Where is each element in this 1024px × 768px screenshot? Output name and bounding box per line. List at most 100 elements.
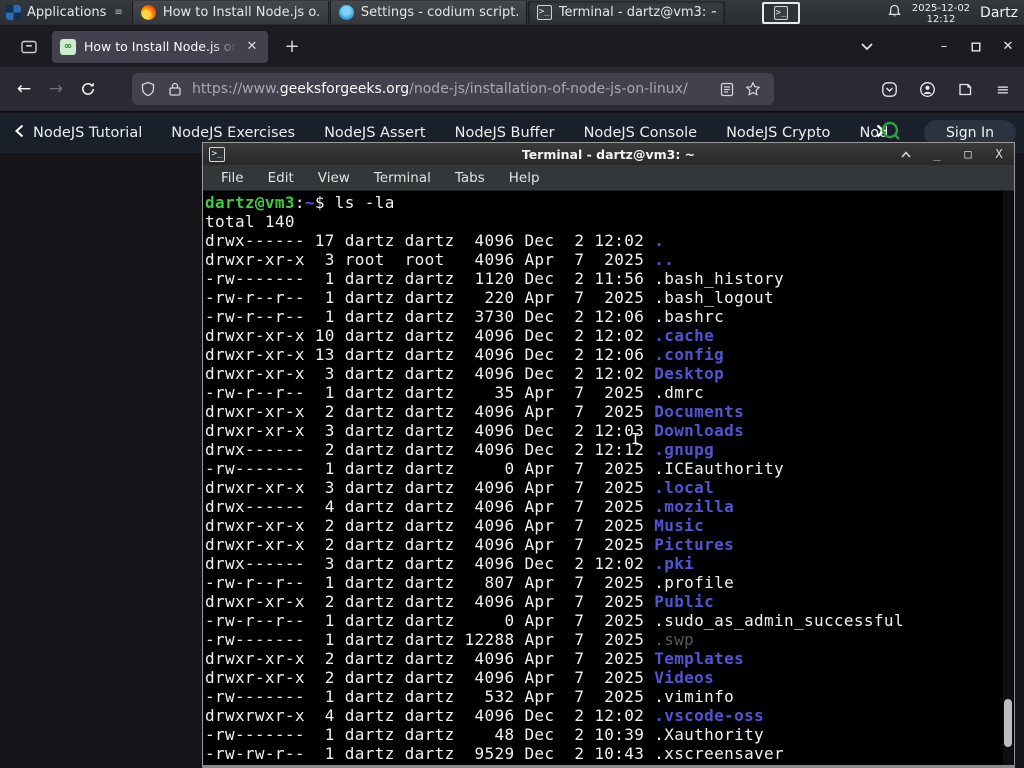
terminal-line: drwxr-xr-x 10 dartz dartz 4096 Dec 2 12:… (205, 326, 715, 345)
hamburger-menu-icon[interactable]: ≡ (988, 75, 1018, 103)
terminal-line: -rw-r--r-- 1 dartz dartz 35 Apr 7 2025 .… (205, 383, 705, 402)
browser-tab[interactable]: ∞ How to Install Node.js on ✕ (52, 30, 268, 63)
lock-icon[interactable] (168, 81, 182, 97)
browser-maximize-button[interactable] (960, 26, 992, 67)
firefox-view-icon[interactable] (14, 33, 44, 61)
panel-clock[interactable]: 2025-12-02 12:12 (912, 3, 970, 25)
terminal-minimize-button[interactable]: _ (930, 147, 944, 161)
taskbar-window-codium[interactable]: Settings - codium script... (329, 1, 527, 24)
menu-help[interactable]: Help (509, 170, 540, 186)
menu-tabs[interactable]: Tabs (455, 170, 485, 186)
bookmark-star-icon[interactable] (740, 76, 766, 102)
terminal-line: drwxrwxr-x 4 dartz dartz 4096 Dec 2 12:0… (205, 706, 765, 725)
terminal-window: >_ Terminal - dartz@vm3: ~ _ □ X File Ed… (202, 142, 1015, 768)
terminal-scrollbar[interactable] (1003, 191, 1013, 765)
mouse-cursor-ibeam: I (631, 430, 641, 448)
terminal-line: drwxr-xr-x 13 dartz dartz 4096 Dec 2 12:… (205, 345, 725, 364)
terminal-prompt-line: dartz@vm3:~$ ls -la (205, 193, 395, 212)
applications-menu-button[interactable]: Applications ≡ (0, 0, 131, 25)
terminal-line: -rw-r--r-- 1 dartz dartz 220 Apr 7 2025 … (205, 288, 775, 307)
workspace-pager[interactable]: >_ (762, 2, 800, 24)
terminal-line: drwxr-xr-x 2 dartz dartz 4096 Apr 7 2025… (205, 516, 705, 535)
nav-item-nodejs-tutorial[interactable]: NodeJS Tutorial (33, 125, 142, 141)
terminal-line: drwxr-xr-x 2 dartz dartz 4096 Apr 7 2025… (205, 668, 715, 687)
taskbar-window-label: How to Install Node.js o... (162, 5, 320, 20)
terminal-line: -rw------- 1 dartz dartz 532 Apr 7 2025 … (205, 687, 735, 706)
nav-scroll-left-icon[interactable] (14, 124, 25, 142)
terminal-output[interactable]: dartz@vm3:~$ ls -la total 140 drwx------ 1… (203, 191, 1014, 765)
nav-item-nodejs-crypto[interactable]: NodeJS Crypto (726, 125, 830, 141)
terminal-line: -rw-r--r-- 1 dartz dartz 807 Apr 7 2025 … (205, 573, 735, 592)
terminal-icon: >_ (774, 6, 788, 20)
applications-caret-icon: ≡ (114, 7, 123, 18)
terminal-line: -rw-r--r-- 1 dartz dartz 3730 Dec 2 12:0… (205, 307, 725, 326)
forward-button[interactable]: → (40, 74, 72, 104)
site-nav-items: NodeJS Tutorial NodeJS Exercises NodeJS As… (33, 125, 889, 141)
terminal-menubar: File Edit View Terminal Tabs Help (203, 165, 1014, 191)
reload-icon[interactable] (72, 74, 104, 104)
terminal-line: -rw------- 1 dartz dartz 12288 Apr 7 202… (205, 630, 695, 649)
list-all-tabs-icon[interactable] (852, 33, 882, 61)
terminal-maximize-button[interactable]: □ (961, 147, 975, 161)
pocket-icon[interactable] (874, 75, 904, 103)
back-button[interactable]: ← (8, 74, 40, 104)
nav-item-nodejs-console[interactable]: NodeJS Console (584, 125, 698, 141)
terminal-close-button[interactable]: X (992, 147, 1006, 161)
terminal-line: -rw------- 1 dartz dartz 1120 Dec 2 11:5… (205, 269, 785, 288)
terminal-line: drwx------ 3 dartz dartz 4096 Dec 2 12:0… (205, 554, 695, 573)
terminal-line: drwxr-xr-x 3 root root 4096 Apr 7 2025 .… (205, 250, 675, 269)
terminal-shade-button[interactable] (899, 147, 913, 161)
terminal-line: drwxr-xr-x 3 dartz dartz 4096 Dec 2 12:0… (205, 364, 725, 383)
applications-label: Applications (27, 5, 107, 20)
menu-view[interactable]: View (318, 170, 350, 186)
terminal-icon: >_ (209, 146, 225, 162)
browser-minimize-button[interactable]: – (928, 26, 960, 67)
nav-item-nodejs-exercises[interactable]: NodeJS Exercises (171, 125, 295, 141)
codium-icon (338, 5, 354, 20)
tracking-protection-shield-icon[interactable] (140, 81, 156, 97)
terminal-title: Terminal - dartz@vm3: ~ (521, 146, 696, 162)
terminal-line: -rw------- 1 dartz dartz 0 Apr 7 2025 .I… (205, 459, 785, 478)
extensions-icon[interactable] (950, 75, 980, 103)
terminal-line: drwxr-xr-x 3 dartz dartz 4096 Dec 2 12:0… (205, 421, 745, 440)
menu-terminal[interactable]: Terminal (374, 170, 431, 186)
terminal-line: drwxr-xr-x 2 dartz dartz 4096 Apr 7 2025… (205, 535, 735, 554)
firefox-icon (140, 5, 156, 20)
desktop-panel: Applications ≡ How to Install Node.js o.… (0, 0, 1024, 26)
terminal-line: -rw-r--r-- 1 dartz dartz 0 Apr 7 2025 .s… (205, 611, 904, 630)
terminal-line: -rw-rw-r-- 1 dartz dartz 9529 Dec 2 10:4… (205, 744, 785, 763)
notification-bell-icon[interactable] (887, 4, 902, 23)
navigation-toolbar: ← → https://www.geeksforgeeks.org/node-j… (0, 67, 1024, 112)
applications-icon (6, 5, 21, 20)
terminal-line: total 140 (205, 212, 295, 231)
terminal-line: drwxr-xr-x 2 dartz dartz 4096 Apr 7 2025… (205, 592, 715, 611)
taskbar-window-label: Terminal - dartz@vm3: ~ (558, 5, 716, 20)
terminal-line: drwx------ 4 dartz dartz 4096 Apr 7 2025… (205, 497, 735, 516)
taskbar-window-firefox[interactable]: How to Install Node.js o... (131, 1, 329, 24)
panel-user-label: Dartz (980, 5, 1018, 21)
terminal-line: drwxr-xr-x 2 dartz dartz 4096 Apr 7 2025… (205, 402, 745, 421)
terminal-scrollbar-thumb[interactable] (1004, 699, 1012, 747)
account-icon[interactable] (912, 75, 942, 103)
clock-date: 2025-12-02 (911, 2, 971, 14)
url-bar[interactable]: https://www.geeksforgeeks.org/node-js/in… (132, 73, 774, 105)
browser-close-button[interactable]: ✕ (992, 26, 1024, 67)
terminal-line: drwxr-xr-x 3 dartz dartz 4096 Apr 7 2025… (205, 478, 715, 497)
menu-file[interactable]: File (221, 170, 244, 186)
reader-view-icon[interactable] (714, 76, 740, 102)
terminal-line: -rw------- 1 dartz dartz 48 Dec 2 10:39 … (205, 725, 765, 744)
clock-time: 12:12 (926, 13, 956, 25)
nav-item-nodejs-buffer[interactable]: NodeJS Buffer (455, 125, 555, 141)
terminal-line: drwx------ 17 dartz dartz 4096 Dec 2 12:… (205, 231, 665, 250)
menu-edit[interactable]: Edit (268, 170, 294, 186)
url-text: https://www.geeksforgeeks.org/node-js/in… (192, 81, 688, 97)
taskbar-window-label: Settings - codium script... (360, 5, 518, 20)
tab-bar: ∞ How to Install Node.js on ✕ + – ✕ (0, 26, 1024, 67)
terminal-titlebar[interactable]: >_ Terminal - dartz@vm3: ~ _ □ X (203, 143, 1014, 165)
terminal-icon: >_ (536, 5, 552, 20)
new-tab-button[interactable]: + (278, 33, 306, 61)
tab-title: How to Install Node.js on (84, 39, 238, 54)
tab-close-icon[interactable]: ✕ (242, 37, 262, 57)
taskbar-window-terminal[interactable]: >_ Terminal - dartz@vm3: ~ (527, 1, 725, 24)
nav-item-nodejs-assert[interactable]: NodeJS Assert (324, 125, 426, 141)
